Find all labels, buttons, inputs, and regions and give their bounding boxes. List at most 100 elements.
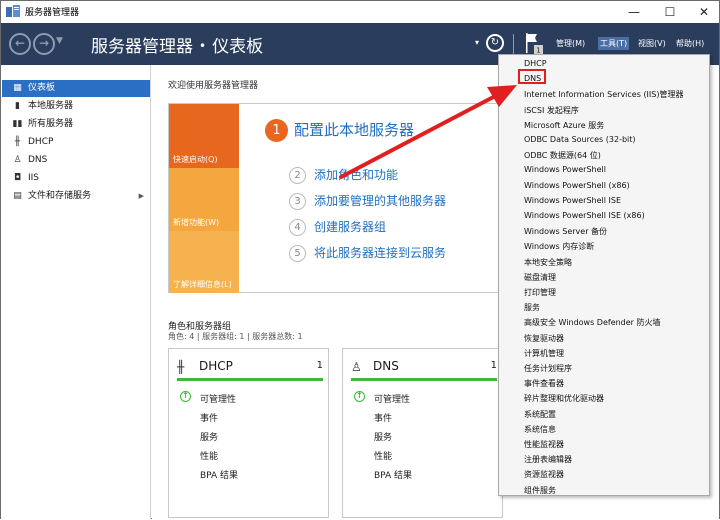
card-name: DHCP xyxy=(199,359,233,373)
tools-menu-item[interactable]: 恢复驱动器 xyxy=(524,333,564,344)
tools-menu-item[interactable]: 计算机管理 xyxy=(524,348,564,359)
breadcrumb-app: 服务器管理器 xyxy=(91,37,193,57)
card-count: 1 xyxy=(316,360,323,371)
tools-menu-item[interactable]: 系统配置 xyxy=(524,409,556,420)
tools-menu-item[interactable]: Windows Server 备份 xyxy=(524,226,607,237)
menu-help[interactable]: 帮助(H) xyxy=(676,38,704,49)
tile-quick-start[interactable]: 快速启动(Q) xyxy=(169,104,239,168)
dhcp-icon: ╫ xyxy=(177,360,185,374)
iis-icon: ◘ xyxy=(13,173,22,183)
tools-menu-item[interactable]: Windows PowerShell xyxy=(524,165,606,174)
tools-menu-item[interactable]: Windows PowerShell ISE xyxy=(524,196,621,205)
refresh-button[interactable]: ↻ xyxy=(486,34,504,52)
tools-menu-item[interactable]: Windows 内存诊断 xyxy=(524,241,594,252)
servers-icon: ▮▮ xyxy=(12,119,23,129)
title-bar: 服务器管理器 — ☐ ✕ xyxy=(1,1,719,23)
role-card-dns[interactable]: ♙ DNS 1 ↑ 可管理性 事件 服务 性能 BPA 结果 xyxy=(342,348,503,518)
card-row-events[interactable]: 事件 xyxy=(374,411,392,424)
step-label: 添加要管理的其他服务器 xyxy=(314,194,447,208)
card-row-performance[interactable]: 性能 xyxy=(200,449,218,462)
tile-label: 了解详细信息(L) xyxy=(173,280,232,289)
sidebar-item-all-servers[interactable]: ▮▮ 所有服务器 xyxy=(2,116,150,133)
tools-menu-item[interactable]: 任务计划程序 xyxy=(524,363,572,374)
step-label: 将此服务器连接到云服务 xyxy=(314,246,447,260)
nav-history-dropdown-icon[interactable]: ▼ xyxy=(56,36,63,46)
tools-menu-item[interactable]: ODBC Data Sources (32-bit) xyxy=(524,135,636,144)
card-row-events[interactable]: 事件 xyxy=(200,411,218,424)
tools-menu-item[interactable]: 事件查看器 xyxy=(524,378,564,389)
step-configure-local-server[interactable]: 1 配置此本地服务器 xyxy=(265,119,414,142)
step-add-roles[interactable]: 2 添加角色和功能 xyxy=(289,166,398,184)
step-label: 添加角色和功能 xyxy=(314,168,399,182)
card-row-label: 服务 xyxy=(200,433,219,443)
card-row-label: 可管理性 xyxy=(374,395,411,405)
sidebar-item-local-server[interactable]: ▮ 本地服务器 xyxy=(2,98,150,115)
minimize-button[interactable]: — xyxy=(617,1,651,23)
card-row-performance[interactable]: 性能 xyxy=(374,449,392,462)
card-row-label: 可管理性 xyxy=(200,395,237,405)
tools-menu-item[interactable]: 服务 xyxy=(524,302,540,313)
tools-menu-item[interactable]: 磁盘清理 xyxy=(524,272,556,283)
tools-menu-item[interactable]: 组件服务 xyxy=(524,485,556,496)
menu-manage[interactable]: 管理(M) xyxy=(556,38,585,49)
card-row-services[interactable]: 服务 xyxy=(374,430,392,443)
tools-menu-item[interactable]: Windows PowerShell ISE (x86) xyxy=(524,211,645,220)
tools-menu-item[interactable]: 系统信息 xyxy=(524,424,556,435)
card-row-services[interactable]: 服务 xyxy=(200,430,218,443)
sidebar-item-dns[interactable]: ♙ DNS xyxy=(2,152,150,169)
step-connect-cloud[interactable]: 5 将此服务器连接到云服务 xyxy=(289,244,446,262)
tools-menu-item[interactable]: Microsoft Azure 服务 xyxy=(524,120,604,131)
step-create-group[interactable]: 4 创建服务器组 xyxy=(289,218,386,236)
maximize-button[interactable]: ☐ xyxy=(653,1,687,23)
tools-menu-item[interactable]: DNS xyxy=(524,74,541,83)
card-row-manageability[interactable]: ↑ 可管理性 xyxy=(354,391,411,405)
role-card-dhcp[interactable]: ╫ DHCP 1 ↑ 可管理性 事件 服务 性能 BPA 结果 xyxy=(168,348,329,518)
card-row-manageability[interactable]: ↑ 可管理性 xyxy=(180,391,237,405)
sidebar-item-iis[interactable]: ◘ IIS xyxy=(2,170,150,187)
tile-learn-more[interactable]: 了解详细信息(L) xyxy=(169,231,239,293)
card-row-bpa[interactable]: BPA 结果 xyxy=(200,468,238,481)
card-header[interactable]: ╫ DHCP 1 xyxy=(177,359,323,381)
quick-start-panel: 快速启动(Q) 新增功能(W) 了解详细信息(L) 1 配置此本地服务器 2 添加角… xyxy=(168,103,503,293)
tools-menu-item[interactable]: 高级安全 Windows Defender 防火墙 xyxy=(524,317,661,328)
toolbar-dropdown-icon[interactable]: ▾ xyxy=(475,38,479,47)
notifications-flag-icon[interactable]: 1 xyxy=(524,32,544,56)
step-number: 3 xyxy=(289,193,306,210)
sidebar: ▦ 仪表板 ▮ 本地服务器 ▮▮ 所有服务器 ╫ DHCP ♙ DNS ◘ II… xyxy=(1,65,151,519)
step-number: 5 xyxy=(289,245,306,262)
step-add-servers[interactable]: 3 添加要管理的其他服务器 xyxy=(289,192,446,210)
sidebar-item-label: 所有服务器 xyxy=(28,119,74,129)
sidebar-item-dashboard[interactable]: ▦ 仪表板 xyxy=(2,80,150,97)
card-header[interactable]: ♙ DNS 1 xyxy=(351,359,497,381)
tools-menu-item[interactable]: iSCSI 发起程序 xyxy=(524,105,579,116)
tools-menu-item[interactable]: 碎片整理和优化驱动器 xyxy=(524,393,604,404)
sidebar-item-label: IIS xyxy=(28,173,40,183)
card-count: 1 xyxy=(490,360,497,371)
step-number: 1 xyxy=(265,119,288,142)
breadcrumb-separator: • xyxy=(199,39,207,53)
tile-whats-new[interactable]: 新增功能(W) xyxy=(169,168,239,231)
tools-menu-item[interactable]: 注册表编辑器 xyxy=(524,454,572,465)
sidebar-item-file-storage[interactable]: ▤ 文件和存储服务 ▶ xyxy=(2,188,150,205)
tools-menu-item[interactable]: ODBC 数据源(64 位) xyxy=(524,150,601,161)
sidebar-item-dhcp[interactable]: ╫ DHCP xyxy=(2,134,150,151)
tools-menu-item[interactable]: Windows PowerShell (x86) xyxy=(524,181,630,190)
menu-view[interactable]: 视图(V) xyxy=(638,38,666,49)
dns-icon: ♙ xyxy=(13,155,22,165)
menu-tools[interactable]: 工具(T) xyxy=(598,37,630,50)
tools-menu-item[interactable]: 本地安全策略 xyxy=(524,257,572,268)
close-button[interactable]: ✕ xyxy=(687,1,720,23)
tools-menu-item[interactable]: Internet Information Services (IIS)管理器 xyxy=(524,89,683,100)
tools-menu-item[interactable]: 资源监视器 xyxy=(524,469,564,480)
tools-menu-item[interactable]: 打印管理 xyxy=(524,287,556,298)
expand-arrow-icon[interactable]: ▶ xyxy=(139,188,144,205)
tools-menu-item[interactable]: DHCP xyxy=(524,59,547,68)
forward-button[interactable]: → xyxy=(33,33,55,55)
toolbar-divider xyxy=(513,34,514,54)
sidebar-item-label: DHCP xyxy=(28,137,54,147)
back-button[interactable]: ← xyxy=(9,33,31,55)
dhcp-icon: ╫ xyxy=(14,137,21,147)
tools-dropdown-menu: DHCP DNS Internet Information Services (II… xyxy=(498,54,710,496)
tools-menu-item[interactable]: 性能监视器 xyxy=(524,439,564,450)
card-row-bpa[interactable]: BPA 结果 xyxy=(374,468,412,481)
